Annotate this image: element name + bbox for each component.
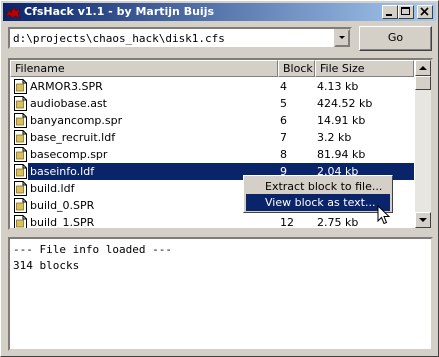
row-filesize: 424.52 kb — [317, 97, 373, 110]
table-row[interactable]: audiobase.ast 5 424.52 kb — [10, 95, 414, 112]
path-value[interactable]: d:\projects\chaos_hack\disk1.cfs — [13, 32, 225, 45]
path-combobox[interactable]: d:\projects\chaos_hack\disk1.cfs — [8, 27, 352, 49]
maximize-icon — [401, 7, 410, 15]
row-filesize: 14.91 kb — [317, 114, 366, 127]
table-row[interactable]: banyancomp.spr 6 14.91 kb — [10, 112, 414, 129]
output-line: --- File info loaded --- — [13, 243, 172, 256]
combo-dropdown-button[interactable] — [334, 29, 350, 47]
file-icon — [14, 164, 27, 179]
close-icon — [420, 7, 429, 16]
file-icon — [14, 113, 27, 128]
arrow-down-icon — [419, 218, 427, 222]
file-icon — [14, 215, 27, 228]
column-header-block[interactable]: Block — [278, 60, 315, 77]
table-row[interactable]: ARMOR3.SPR 4 4.13 kb — [10, 78, 414, 95]
window-title: CfsHack v1.1 - by Martijn Buijs — [24, 5, 215, 18]
context-menu: Extract block to file... View block as t… — [243, 175, 393, 213]
row-filename: build_0.SPR — [30, 199, 95, 212]
row-filename: build.ldf — [30, 182, 75, 195]
row-filename: basecomp.spr — [30, 148, 108, 161]
file-icon — [14, 198, 27, 213]
chevron-down-icon — [339, 36, 345, 39]
title-bar[interactable]: CfsHack v1.1 - by Martijn Buijs — [3, 3, 436, 21]
row-filesize: 81.94 kb — [317, 148, 366, 161]
app-dragon-icon — [5, 6, 21, 19]
row-filename: base_recruit.ldf — [30, 131, 116, 144]
scroll-thumb[interactable] — [415, 76, 431, 90]
row-filename: baseinfo.ldf — [30, 165, 95, 178]
row-block: 4 — [280, 80, 287, 93]
main-window: CfsHack v1.1 - by Martijn Buijs d:\proje… — [0, 0, 439, 357]
scroll-up-button[interactable] — [415, 60, 431, 76]
table-row[interactable]: build_1.SPR 12 2.75 kb — [10, 214, 414, 229]
arrow-up-icon — [419, 66, 427, 70]
menu-item-view-block-as-text[interactable]: View block as text... — [246, 194, 390, 211]
output-line: 314 blocks — [13, 259, 80, 272]
file-icon — [14, 147, 27, 162]
list-vertical-scrollbar[interactable] — [415, 60, 431, 228]
column-header-filename[interactable]: Filename — [10, 60, 278, 77]
row-block: 8 — [280, 148, 287, 161]
row-block: 6 — [280, 114, 287, 127]
row-filename: audiobase.ast — [30, 97, 107, 110]
minimize-icon — [386, 14, 392, 16]
file-icon — [14, 181, 27, 196]
table-row[interactable]: base_recruit.ldf 7 3.2 kb — [10, 129, 414, 146]
row-filename: banyancomp.spr — [30, 114, 123, 127]
table-row[interactable]: basecomp.spr 8 81.94 kb — [10, 146, 414, 163]
row-filesize: 4.13 kb — [317, 80, 359, 93]
file-icon — [14, 130, 27, 145]
row-filename: ARMOR3.SPR — [30, 80, 103, 93]
scroll-down-button[interactable] — [415, 212, 431, 228]
row-filesize: 3.2 kb — [317, 131, 352, 144]
go-button[interactable]: Go — [359, 26, 432, 51]
minimize-button[interactable] — [382, 5, 398, 19]
close-button[interactable] — [417, 5, 433, 19]
row-block: 7 — [280, 131, 287, 144]
output-log[interactable]: --- File info loaded --- 314 blocks — [8, 237, 433, 351]
menu-item-extract-block[interactable]: Extract block to file... — [246, 178, 390, 195]
file-icon — [14, 96, 27, 111]
column-header-filesize[interactable]: File Size — [315, 60, 414, 77]
maximize-button[interactable] — [398, 5, 414, 19]
row-block: 5 — [280, 97, 287, 110]
file-icon — [14, 79, 27, 94]
row-block: 12 — [280, 216, 294, 229]
row-filename: build_1.SPR — [30, 216, 95, 229]
row-filesize: 2.75 kb — [317, 216, 359, 229]
mouse-pointer-icon — [377, 205, 391, 225]
